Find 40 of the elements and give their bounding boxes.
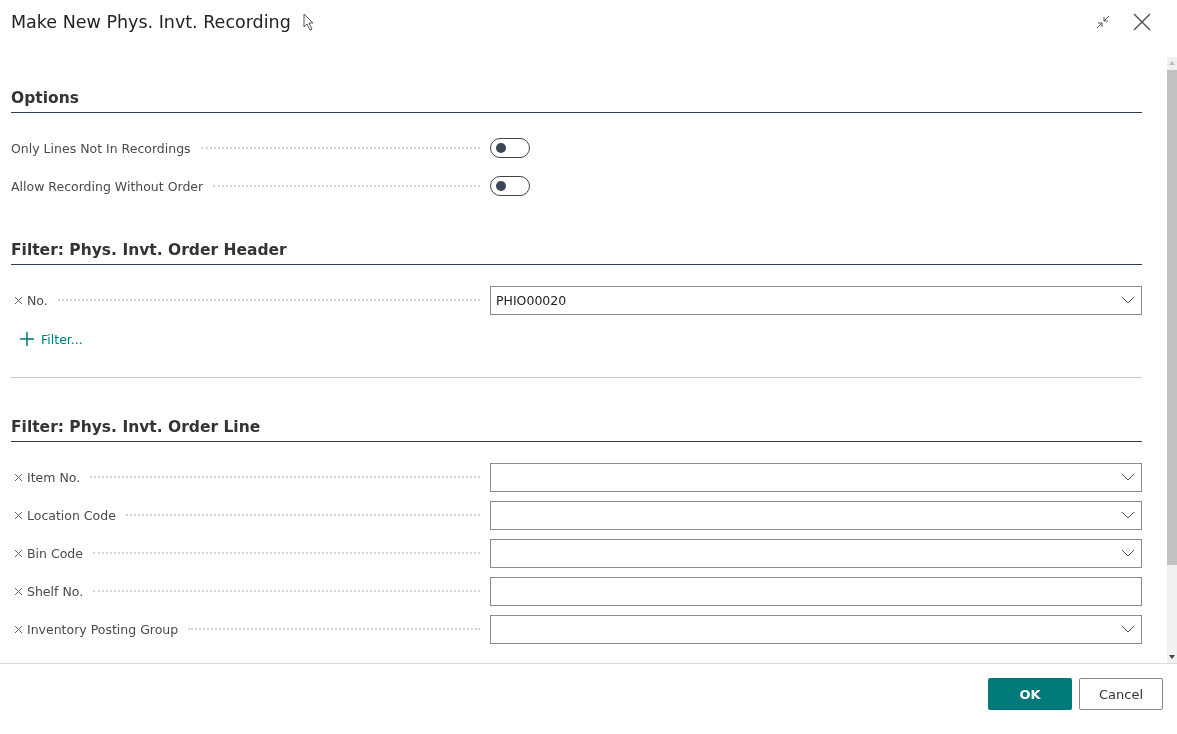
chevron-down-icon[interactable]: [1121, 296, 1135, 304]
field-label: Location Code: [27, 507, 116, 523]
input-field[interactable]: PHIO00020: [490, 285, 1142, 315]
section-heading: Filter: Phys. Invt. Order Header: [11, 241, 1142, 265]
section-heading: Options: [11, 89, 1142, 113]
field-label: No.: [27, 292, 48, 308]
input-field[interactable]: [490, 500, 1142, 530]
cancel-button[interactable]: Cancel: [1079, 678, 1163, 710]
field-label: Inventory Posting Group: [27, 621, 179, 637]
toggle-switch[interactable]: [490, 176, 530, 196]
plus-icon: [20, 332, 34, 346]
scroll-down-icon[interactable]: [1169, 655, 1175, 659]
ok-button[interactable]: OK: [988, 678, 1072, 710]
chevron-down-icon[interactable]: [1121, 511, 1135, 519]
remove-filter-icon[interactable]: [14, 472, 23, 482]
toggle-switch[interactable]: [490, 138, 530, 158]
chevron-down-icon[interactable]: [1121, 549, 1135, 557]
collapse-icon[interactable]: [1095, 13, 1111, 30]
remove-filter-icon[interactable]: [14, 548, 23, 558]
field-label: Bin Code: [27, 545, 83, 561]
dialog-title: Make New Phys. Invt. Recording: [11, 11, 291, 32]
close-icon[interactable]: [1133, 12, 1151, 31]
input-field[interactable]: [490, 462, 1142, 492]
remove-filter-icon[interactable]: [14, 295, 23, 305]
section-heading: Filter: Phys. Invt. Order Line: [11, 418, 1142, 442]
chevron-down-icon[interactable]: [1121, 625, 1135, 633]
input-field[interactable]: [490, 538, 1142, 568]
mouse-pointer-icon: [302, 12, 315, 31]
input-field[interactable]: [490, 614, 1142, 644]
remove-filter-icon[interactable]: [14, 586, 23, 596]
add-filter-link[interactable]: Filter...: [20, 331, 83, 347]
field-label: Only Lines Not In Recordings: [11, 140, 191, 156]
remove-filter-icon[interactable]: [14, 510, 23, 520]
field-label: Shelf No.: [27, 583, 84, 599]
chevron-down-icon[interactable]: [1121, 473, 1135, 481]
input-field[interactable]: [490, 576, 1142, 606]
field-label: Allow Recording Without Order: [11, 178, 204, 194]
remove-filter-icon[interactable]: [14, 624, 23, 634]
field-label: Item No.: [27, 469, 81, 485]
scrollbar[interactable]: [1167, 57, 1177, 663]
